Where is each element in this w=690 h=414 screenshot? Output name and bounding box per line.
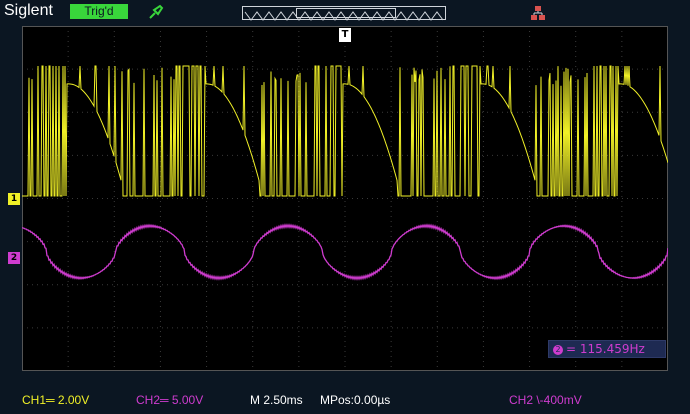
ch1-offset-marker[interactable]: 1 — [8, 193, 20, 205]
ch1-scale[interactable]: CH1═ 2.00V — [22, 393, 89, 407]
probe-icon[interactable] — [147, 3, 165, 25]
measure-value: = 115.459Hz — [566, 342, 645, 356]
ch2-scale[interactable]: CH2═ 5.00V — [136, 393, 203, 407]
trigger-position-marker[interactable]: T — [339, 28, 351, 42]
lan-icon — [530, 5, 546, 25]
timebase-scale[interactable]: M 2.50ms — [250, 393, 303, 407]
waveform-display — [22, 26, 668, 371]
trigger-status-badge: Trig'd — [70, 4, 128, 19]
memory-position[interactable]: MPos:0.00µs — [320, 393, 390, 407]
memory-view-window — [296, 8, 396, 18]
top-status-bar: Siglent Trig'd — [0, 0, 690, 24]
brand-label: Siglent — [4, 2, 53, 19]
trigger-setting[interactable]: CH2 \-400mV — [509, 393, 582, 407]
waveform-canvas — [22, 26, 668, 371]
frequency-measurement: 2 = 115.459Hz — [548, 340, 666, 358]
ch2-offset-marker[interactable]: 2 — [8, 252, 20, 264]
measure-channel-icon: 2 — [553, 344, 563, 355]
bottom-status-bar: CH1═ 2.00V CH2═ 5.00V M 2.50ms MPos:0.00… — [0, 392, 690, 412]
